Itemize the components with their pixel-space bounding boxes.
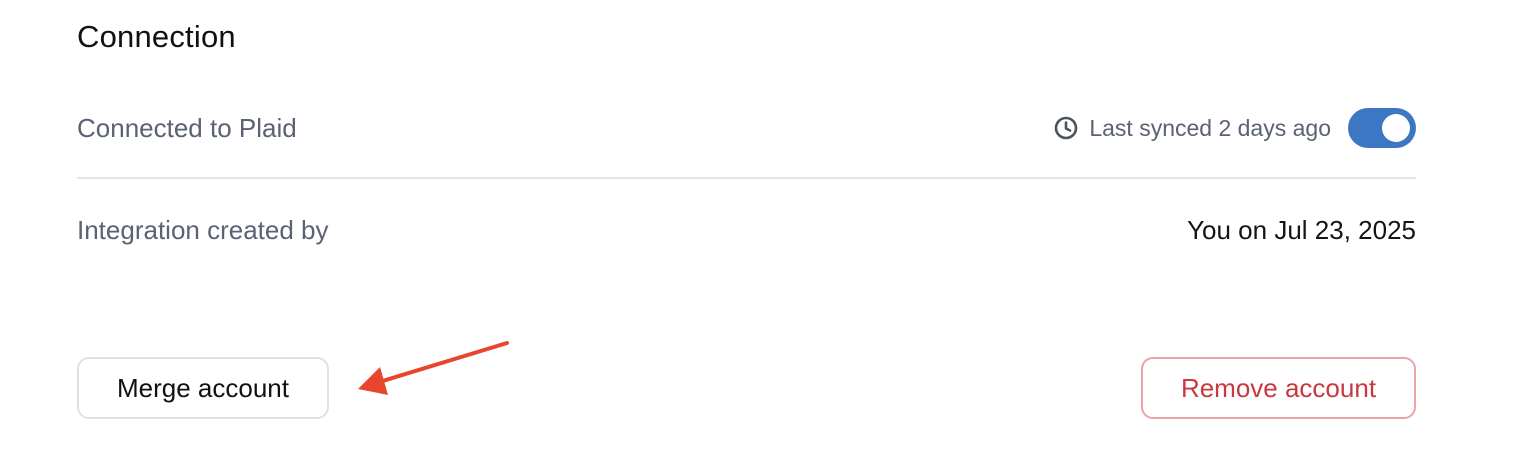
divider [77, 177, 1416, 179]
toggle-knob [1382, 114, 1410, 142]
clock-icon [1053, 115, 1079, 141]
annotation-arrow-icon [358, 341, 509, 395]
remove-account-button[interactable]: Remove account [1141, 357, 1416, 419]
connection-row: Connected to Plaid Last synced 2 days ag… [77, 105, 1416, 151]
created-by-label: Integration created by [77, 214, 329, 245]
created-by-value: You on Jul 23, 2025 [1187, 214, 1416, 245]
section-title: Connection [77, 19, 236, 54]
sync-toggle[interactable] [1348, 108, 1416, 148]
connection-panel: Connection Connected to Plaid Last synce… [0, 0, 1524, 460]
created-by-row: Integration created by You on Jul 23, 20… [77, 207, 1416, 253]
last-synced-text: Last synced 2 days ago [1089, 114, 1331, 141]
connection-label: Connected to Plaid [77, 112, 297, 143]
merge-account-button[interactable]: Merge account [77, 357, 329, 419]
sync-status-group: Last synced 2 days ago [1053, 108, 1416, 148]
